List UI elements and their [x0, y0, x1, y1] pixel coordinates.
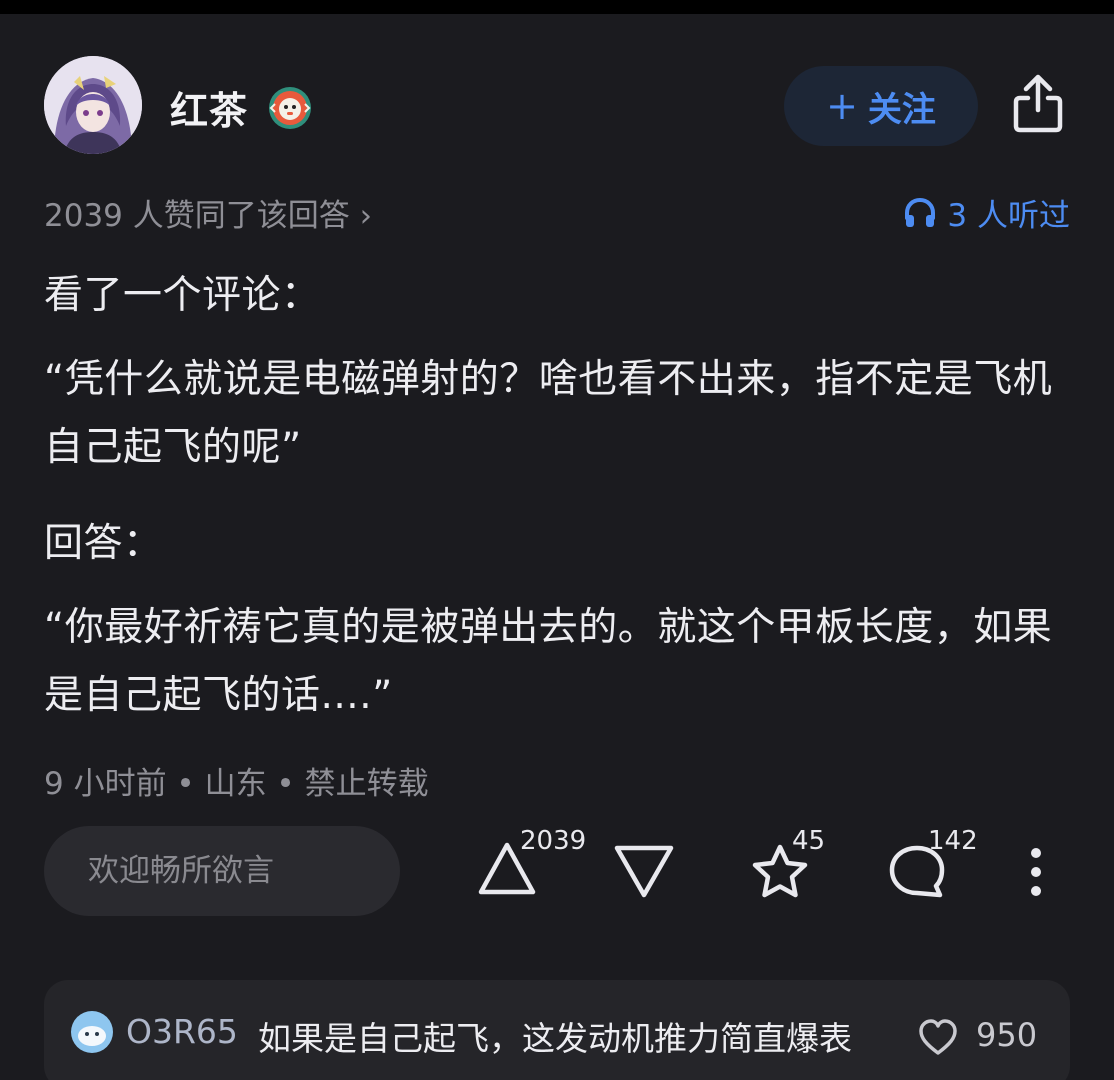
author-avatar[interactable]: [44, 56, 142, 154]
author-name[interactable]: 红茶: [170, 80, 248, 135]
downvote-triangle-icon: [614, 845, 674, 898]
comment-preview-text: 如果是自己起飞，这发动机推力简直爆表: [258, 1019, 852, 1058]
headphones-icon: [905, 197, 936, 227]
share-icon[interactable]: [1010, 72, 1066, 134]
comment-count: 142: [928, 826, 978, 856]
upvote-count: 2039: [520, 826, 587, 856]
answer-paragraph-4: “你最好祈祷它真的是被弹出去的。就这个甲板长度，如果是自己起飞的话....”: [44, 605, 1053, 718]
anime-avatar-image: [44, 56, 142, 154]
answer-paragraph-2: “凭什么就说是电磁弹射的？啥也看不出来，指不定是飞机自己起飞的呢”: [44, 357, 1053, 470]
listened-text: 3 人听过: [947, 198, 1070, 234]
agree-count-link[interactable]: 2039 人赞同了该回答 ›: [44, 190, 372, 235]
downvote-button[interactable]: [612, 842, 676, 900]
heart-icon[interactable]: [918, 1018, 958, 1058]
listened-count[interactable]: 3 人听过: [903, 190, 1070, 235]
more-options-button[interactable]: [1026, 846, 1046, 898]
status-bar: [0, 0, 1114, 14]
commenter-avatar: [71, 1011, 113, 1053]
more-vertical-icon: [1031, 848, 1041, 896]
creator-badge-icon: [269, 87, 311, 129]
follow-label: 关注: [867, 89, 936, 130]
favorite-count: 45: [792, 826, 826, 856]
comment-like-count: 950: [976, 1016, 1038, 1054]
answer-paragraph-1: 看了一个评论：: [44, 273, 321, 318]
post-meta: 9 小时前 • 山东 • 禁止转载: [44, 766, 429, 802]
follow-button[interactable]: + 关注: [784, 66, 978, 146]
commenter-username[interactable]: O3R65: [126, 1012, 238, 1051]
comment-input[interactable]: [44, 826, 400, 916]
answer-paragraph-3: 回答：: [44, 521, 163, 566]
plus-icon: +: [826, 84, 858, 128]
answer-screen: 红茶 + 关注 2039 人赞同了该回答 › 3 人听过 看了一个评论： “凭什…: [0, 0, 1114, 1080]
